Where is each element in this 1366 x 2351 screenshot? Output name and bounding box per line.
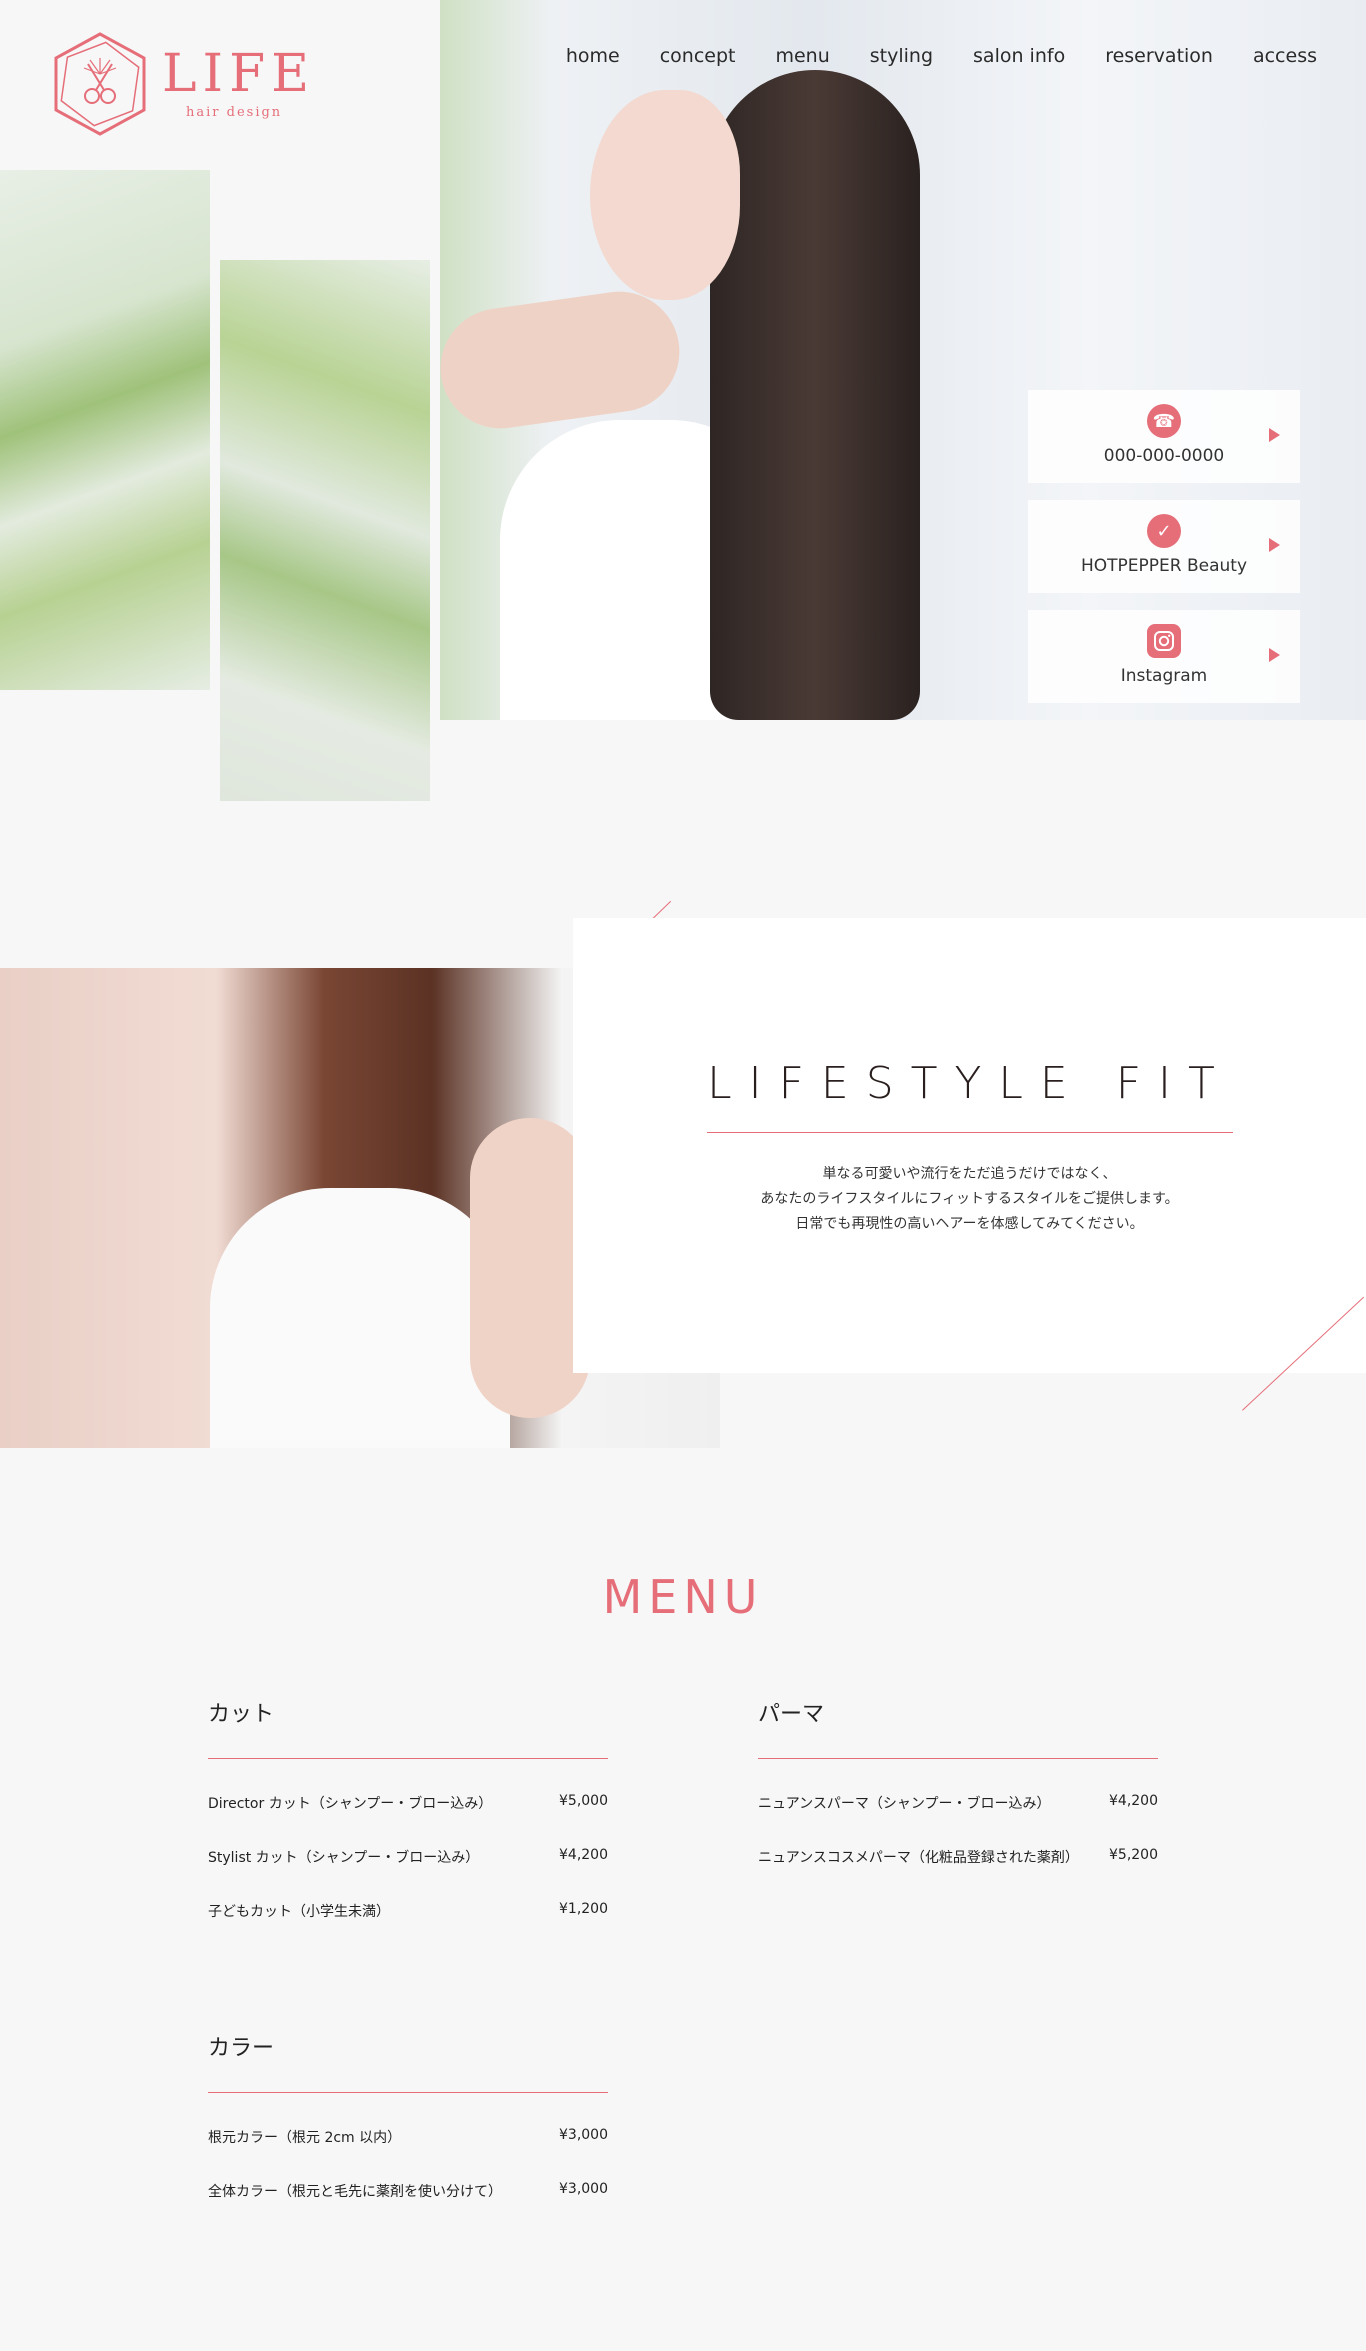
menu-divider bbox=[208, 2092, 608, 2093]
logo-area: LIFE hair design bbox=[0, 0, 440, 170]
phone-button[interactable]: ☎ 000-000-0000 bbox=[1028, 390, 1300, 483]
hexagon-scissors-icon bbox=[54, 32, 146, 136]
menu-perm: パーマ ニュアンスパーマ（シャンプー・ブロー込み） ¥4,200 ニュアンスコス… bbox=[758, 1700, 1158, 1901]
concept-divider bbox=[707, 1132, 1233, 1133]
check-circle-icon: ✓ bbox=[1147, 514, 1181, 548]
menu-item-name: ニュアンスパーマ（シャンプー・ブロー込み） bbox=[758, 1796, 1051, 1812]
concept-line: 単なる可愛いや流行をただ追うだけではなく、 bbox=[822, 1166, 1117, 1182]
menu-category-heading: カラー bbox=[208, 2036, 275, 2061]
nav-salon-info[interactable]: salon info bbox=[973, 44, 1065, 68]
menu-divider bbox=[208, 1758, 608, 1759]
menu-item: Stylist カット（シャンプー・ブロー込み） ¥4,200 bbox=[208, 1847, 608, 1901]
concept-title: LIFESTYLE FIT bbox=[707, 1058, 1232, 1109]
nav-home[interactable]: home bbox=[566, 44, 620, 68]
instagram-icon bbox=[1147, 624, 1181, 658]
menu-item-price: ¥4,200 bbox=[559, 1847, 608, 1863]
phone-label: 000-000-0000 bbox=[1103, 446, 1225, 466]
menu-cut: カット Director カット（シャンプー・ブロー込み） ¥5,000 Sty… bbox=[208, 1700, 608, 1955]
menu-item: 根元カラー（根元 2cm 以内） ¥3,000 bbox=[208, 2127, 608, 2181]
menu-item-price: ¥3,000 bbox=[559, 2181, 608, 2197]
main-nav: home concept menu styling salon info res… bbox=[566, 44, 1366, 68]
instagram-button[interactable]: Instagram bbox=[1028, 610, 1300, 703]
menu-item-name: Director カット（シャンプー・ブロー込み） bbox=[208, 1796, 493, 1812]
nav-access[interactable]: access bbox=[1253, 44, 1317, 68]
nav-reservation[interactable]: reservation bbox=[1105, 44, 1213, 68]
brand-logo[interactable]: LIFE hair design bbox=[50, 30, 310, 142]
menu-item-price: ¥5,200 bbox=[1109, 1847, 1158, 1863]
nav-styling[interactable]: styling bbox=[870, 44, 933, 68]
concept-line: 日常でも再現性の高いヘアーを体感してみてください。 bbox=[795, 1216, 1144, 1232]
play-arrow-icon bbox=[1269, 538, 1280, 552]
menu-color: カラー 根元カラー（根元 2cm 以内） ¥3,000 全体カラー（根元と毛先に… bbox=[208, 2034, 608, 2235]
concept-line: あなたのライフスタイルにフィットするスタイルをご提供します。 bbox=[760, 1191, 1179, 1207]
menu-item-price: ¥4,200 bbox=[1109, 1793, 1158, 1809]
menu-item-price: ¥5,000 bbox=[559, 1793, 608, 1809]
plant-photo-left bbox=[0, 170, 210, 690]
menu-item: Director カット（シャンプー・ブロー込み） ¥5,000 bbox=[208, 1793, 608, 1847]
menu-item: ニュアンスコスメパーマ（化粧品登録された薬剤） ¥5,200 bbox=[758, 1847, 1158, 1901]
concept-text: 単なる可愛いや流行をただ追うだけではなく、 あなたのライフスタイルにフィットする… bbox=[573, 1162, 1366, 1237]
hotpepper-button[interactable]: ✓ HOTPEPPER Beauty bbox=[1028, 500, 1300, 593]
menu-divider bbox=[758, 1758, 1158, 1759]
menu-item-price: ¥1,200 bbox=[559, 1901, 608, 1917]
menu-item-name: Stylist カット（シャンプー・ブロー込み） bbox=[208, 1850, 480, 1866]
menu-item: ニュアンスパーマ（シャンプー・ブロー込み） ¥4,200 bbox=[758, 1793, 1158, 1847]
menu-category-heading: パーマ bbox=[758, 1702, 825, 1727]
menu-category-heading: カット bbox=[208, 1702, 275, 1727]
hotpepper-label: HOTPEPPER Beauty bbox=[1080, 556, 1248, 576]
play-arrow-icon bbox=[1269, 428, 1280, 442]
menu-item-name: 根元カラー（根元 2cm 以内） bbox=[208, 2130, 402, 2146]
instagram-label: Instagram bbox=[1120, 666, 1208, 686]
menu-item-name: 全体カラー（根元と毛先に薬剤を使い分けて） bbox=[208, 2184, 502, 2200]
phone-icon: ☎ bbox=[1147, 404, 1181, 438]
nav-concept[interactable]: concept bbox=[660, 44, 736, 68]
play-arrow-icon bbox=[1269, 648, 1280, 662]
plant-photo-right bbox=[220, 260, 430, 801]
menu-item-price: ¥3,000 bbox=[559, 2127, 608, 2143]
brand-subtitle: hair design bbox=[186, 105, 283, 120]
nav-menu[interactable]: menu bbox=[775, 44, 829, 68]
menu-item-name: ニュアンスコスメパーマ（化粧品登録された薬剤） bbox=[758, 1850, 1079, 1866]
concept-card: LIFESTYLE FIT 単なる可愛いや流行をただ追うだけではなく、 あなたの… bbox=[573, 918, 1366, 1373]
menu-item-name: 子どもカット（小学生未満） bbox=[208, 1904, 390, 1920]
menu-title: MENU bbox=[602, 1570, 764, 1624]
menu-item: 全体カラー（根元と毛先に薬剤を使い分けて） ¥3,000 bbox=[208, 2181, 608, 2235]
brand-name: LIFE bbox=[162, 44, 316, 104]
menu-item: 子どもカット（小学生未満） ¥1,200 bbox=[208, 1901, 608, 1955]
